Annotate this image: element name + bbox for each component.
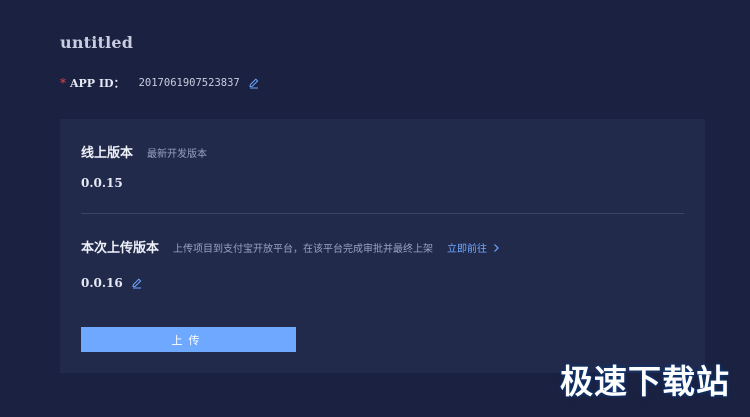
online-version-value: 0.0.15 — [81, 176, 123, 190]
online-version-header: 线上版本 最新开发版本 — [81, 142, 207, 161]
required-mark: * — [60, 76, 66, 90]
pencil-icon[interactable] — [248, 77, 260, 89]
version-panel: 线上版本 最新开发版本 0.0.15 本次上传版本 上传项目到支付宝开放平台，在… — [60, 119, 705, 373]
upload-version-header: 本次上传版本 上传项目到支付宝开放平台，在该平台完成审批并最终上架 立即前往 — [81, 237, 501, 256]
chevron-right-icon — [491, 243, 501, 253]
upload-version-description: 上传项目到支付宝开放平台，在该平台完成审批并最终上架 — [173, 244, 434, 255]
upload-button[interactable]: 上传 — [81, 327, 296, 352]
go-now-link[interactable]: 立即前往 — [447, 240, 501, 255]
upload-version-value: 0.0.16 — [81, 276, 123, 290]
go-now-link-label: 立即前往 — [447, 244, 488, 255]
online-version-title: 线上版本 — [81, 146, 134, 161]
app-id-label: APP ID： — [70, 77, 125, 90]
section-divider — [81, 213, 684, 214]
online-version-description: 最新开发版本 — [147, 149, 208, 160]
upload-version-title: 本次上传版本 — [81, 241, 160, 256]
watermark-logo: 极速下载站 — [560, 362, 730, 401]
page-title: untitled — [60, 33, 134, 52]
pencil-icon[interactable] — [131, 277, 143, 289]
upload-version-row: 0.0.16 — [81, 276, 143, 290]
app-id-value: 2017061907523837 — [138, 77, 240, 89]
app-id-row: * APP ID： 2017061907523837 — [60, 75, 260, 91]
